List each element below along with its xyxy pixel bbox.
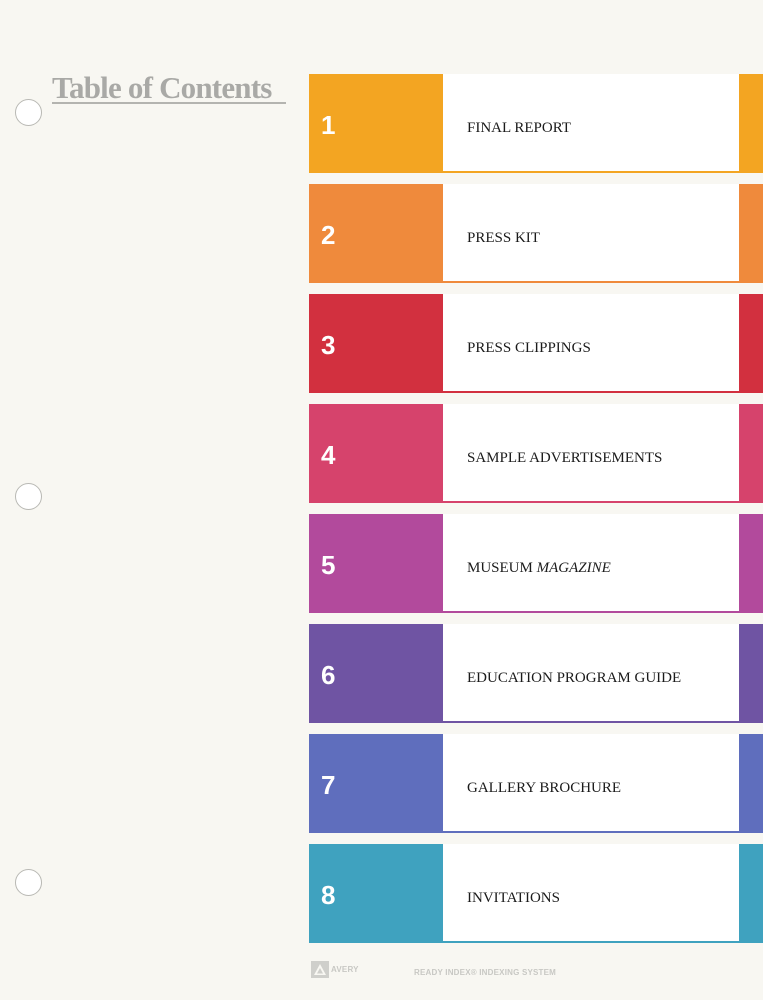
section-label-area: GALLERY BROCHURE [443,734,739,831]
footer: AVERY READY INDEX® INDEXING SYSTEM [311,961,611,981]
section-label-area: INVITATIONS [443,844,739,941]
section-number: 4 [321,440,336,470]
section-label: MUSEUM MAGAZINE [467,560,611,577]
section-tab-6[interactable]: 6 [309,624,443,721]
section-label: FINAL REPORT [467,120,571,136]
punch-hole-middle [15,483,42,510]
section-underline [309,281,739,283]
section-tab-5[interactable]: 5 [309,514,443,611]
section-number: 6 [321,660,336,690]
divider-page: Table of Contents 1 FINAL REPORT 2 PRESS… [0,0,763,1000]
section-number: 1 [321,110,336,140]
section-edge-tab-2[interactable] [739,184,763,283]
section-row-5[interactable]: 5 MUSEUM MAGAZINE [309,514,763,613]
section-number: 5 [321,550,336,580]
section-edge-tab-7[interactable] [739,734,763,833]
section-edge-tab-8[interactable] [739,844,763,943]
section-edge-tab-3[interactable] [739,294,763,393]
footer-system-name: READY INDEX® INDEXING SYSTEM [414,968,557,977]
section-row-6[interactable]: 6 EDUCATION PROGRAM GUIDE [309,624,763,723]
punch-hole-bottom [15,869,42,896]
section-underline [309,391,739,393]
section-label-area: PRESS CLIPPINGS [443,294,739,391]
section-edge-tab-1[interactable] [739,74,763,173]
section-underline [309,831,739,833]
section-row-7[interactable]: 7 GALLERY BROCHURE [309,734,763,833]
section-underline [309,721,739,723]
section-tab-2[interactable]: 2 [309,184,443,281]
page-title: Table of Contents [52,70,272,105]
section-label-area: SAMPLE ADVERTISEMENTS [443,404,739,501]
section-edge-tab-4[interactable] [739,404,763,503]
section-row-2[interactable]: 2 PRESS KIT [309,184,763,283]
section-number: 2 [321,220,336,250]
section-label: PRESS CLIPPINGS [467,340,591,356]
punch-hole-top [15,99,42,126]
section-label: GALLERY BROCHURE [467,780,622,796]
section-underline [309,171,739,173]
section-label: PRESS KIT [467,230,540,246]
section-row-3[interactable]: 3 PRESS CLIPPINGS [309,294,763,393]
section-label-main: MUSEUM [467,560,533,576]
section-underline [309,611,739,613]
section-label-area: FINAL REPORT [443,74,739,171]
section-row-4[interactable]: 4 SAMPLE ADVERTISEMENTS [309,404,763,503]
section-tab-1[interactable]: 1 [309,74,443,171]
section-label: EDUCATION PROGRAM GUIDE [467,670,682,686]
avery-logo-icon [311,961,329,978]
section-number: 3 [321,330,336,360]
footer-brand: AVERY [331,965,359,974]
section-row-1[interactable]: 1 FINAL REPORT [309,74,763,173]
section-tab-8[interactable]: 8 [309,844,443,941]
section-label-area: MUSEUM MAGAZINE [443,514,739,611]
section-label-area: EDUCATION PROGRAM GUIDE [443,624,739,721]
section-underline [309,501,739,503]
section-row-8[interactable]: 8 INVITATIONS [309,844,763,943]
section-tab-3[interactable]: 3 [309,294,443,391]
section-underline [309,941,739,943]
section-label: SAMPLE ADVERTISEMENTS [467,450,663,466]
section-edge-tab-6[interactable] [739,624,763,723]
section-label: INVITATIONS [467,890,560,906]
section-tab-7[interactable]: 7 [309,734,443,831]
title-underline [52,102,286,104]
section-number: 7 [321,770,336,800]
section-number: 8 [321,880,336,910]
section-tab-4[interactable]: 4 [309,404,443,501]
section-edge-tab-5[interactable] [739,514,763,613]
section-label-area: PRESS KIT [443,184,739,281]
section-label-italic: MAGAZINE [536,560,611,576]
